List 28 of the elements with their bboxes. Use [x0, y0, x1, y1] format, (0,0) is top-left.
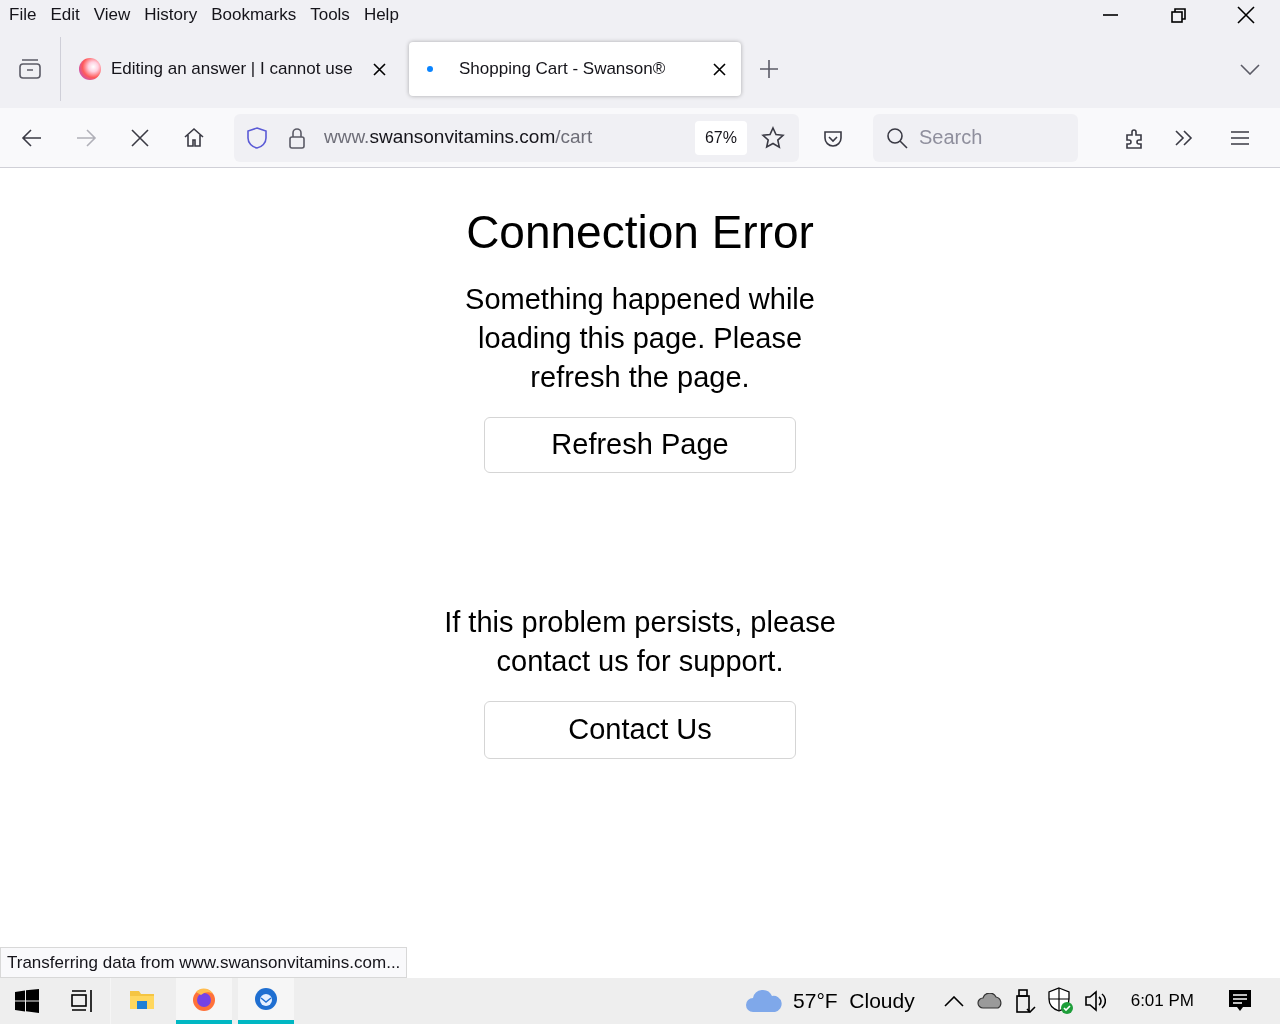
menu-item[interactable]: History: [139, 2, 203, 28]
zoom-level-button[interactable]: 67%: [694, 120, 747, 155]
contact-us-button[interactable]: Contact Us: [484, 701, 796, 759]
menu-item[interactable]: Tools: [305, 2, 355, 28]
status-text: Transferring data from www.swansonvitamins.com...: [0, 947, 408, 978]
cloud-icon[interactable]: [976, 993, 1003, 1009]
browser-logo-icon[interactable]: [176, 978, 232, 1024]
browser-logo-icon: [79, 58, 101, 80]
menu-item[interactable]: View: [88, 2, 136, 28]
menu-item[interactable]: Edit: [45, 2, 85, 28]
mail-app-icon[interactable]: [238, 978, 294, 1024]
page-heading: Connection Error: [466, 205, 814, 260]
menu-item[interactable]: Bookmarks: [206, 2, 302, 28]
address-bar[interactable]: www.swansonvitamins.com/cart 67%: [234, 113, 799, 162]
browser-tab[interactable]: Shopping Cart - Swanson®: [409, 42, 741, 96]
search-field[interactable]: Search: [873, 113, 1078, 162]
notifications-icon[interactable]: [1228, 989, 1252, 1013]
search-icon[interactable]: [885, 125, 909, 150]
refresh-page-button[interactable]: Refresh Page: [484, 417, 796, 473]
browser-tab[interactable]: Editing an answer | I cannot use: [69, 42, 401, 96]
shield-icon[interactable]: [244, 124, 270, 151]
menu-item[interactable]: Help: [358, 2, 404, 28]
weather-text[interactable]: 57°F Cloudy: [793, 985, 915, 1017]
error-message: Something happened while loading this page. Please refresh the page.: [464, 282, 816, 395]
menu-item[interactable]: File: [4, 2, 42, 28]
security-shield-icon[interactable]: [1046, 987, 1075, 1015]
clock-text[interactable]: 6:01 PM: [1130, 988, 1194, 1014]
support-message: If this problem persists, please contact us for support.: [443, 605, 837, 679]
